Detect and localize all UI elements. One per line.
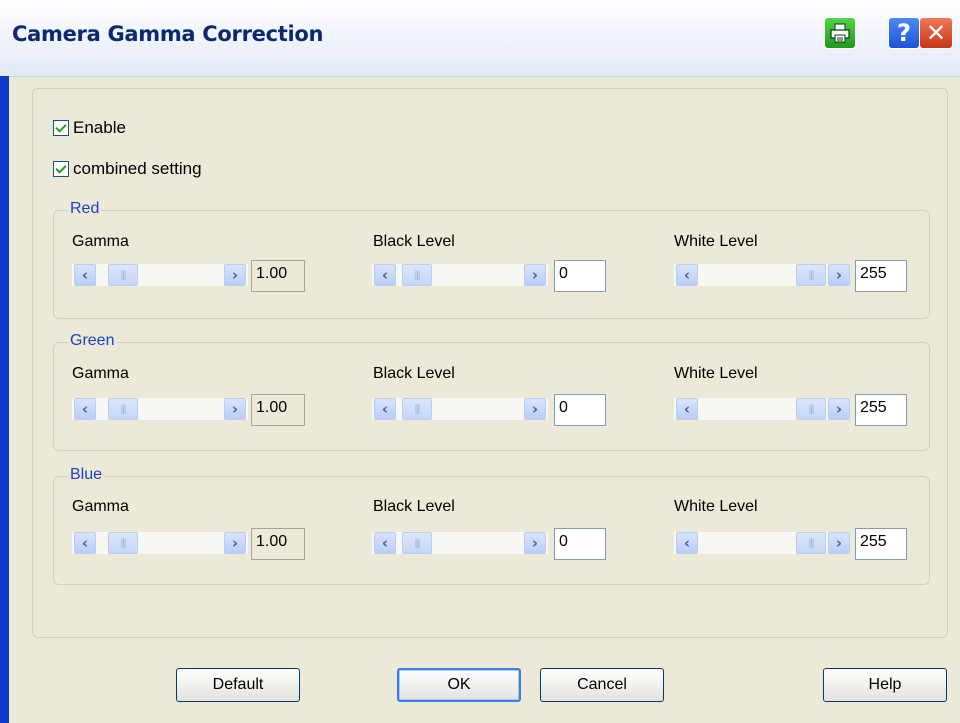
title-bar[interactable]: Camera Gamma Correction ? ✕	[0, 0, 960, 77]
close-icon: ✕	[925, 19, 947, 47]
black-level-decrease-button[interactable]: ‹	[374, 398, 396, 420]
default-button[interactable]: Default	[176, 668, 300, 702]
gamma-slider-thumb[interactable]: |||	[108, 532, 138, 554]
white-level-input[interactable]: 255	[855, 528, 907, 560]
chevron-right-icon: ›	[835, 534, 843, 552]
print-button[interactable]	[824, 17, 856, 49]
chevron-left-icon: ‹	[381, 400, 389, 418]
black-level-input[interactable]: 0	[554, 528, 606, 560]
gamma-slider-track[interactable]	[72, 532, 248, 554]
black-level-slider-thumb[interactable]: |||	[402, 398, 432, 420]
group-label: Red	[68, 200, 102, 218]
chevron-right-icon: ›	[531, 400, 539, 418]
enable-checkbox[interactable]	[53, 120, 69, 136]
black-level-increase-button[interactable]: ›	[524, 532, 546, 554]
black-level-slider-track[interactable]	[372, 532, 548, 554]
chevron-left-icon: ‹	[81, 534, 89, 552]
gamma-label: Gamma	[72, 365, 129, 382]
white-level-decrease-button[interactable]: ‹	[676, 264, 698, 286]
combined-setting-label: combined setting	[73, 159, 202, 178]
chevron-left-icon: ‹	[381, 534, 389, 552]
chevron-right-icon: ›	[231, 534, 239, 552]
black-level-label: Black Level	[373, 233, 455, 250]
channel-group-blue: Blue	[53, 466, 930, 585]
chevron-right-icon: ›	[231, 400, 239, 418]
chevron-right-icon: ›	[835, 400, 843, 418]
chevron-left-icon: ‹	[381, 266, 389, 284]
chevron-right-icon: ›	[531, 534, 539, 552]
black-level-decrease-button[interactable]: ‹	[374, 264, 396, 286]
chevron-left-icon: ‹	[683, 534, 691, 552]
chevron-left-icon: ‹	[81, 266, 89, 284]
black-level-increase-button[interactable]: ›	[524, 398, 546, 420]
gamma-increase-button[interactable]: ›	[224, 264, 246, 286]
black-level-decrease-button[interactable]: ‹	[374, 532, 396, 554]
black-level-slider-thumb[interactable]: |||	[402, 264, 432, 286]
enable-checkbox-row[interactable]: Enable	[53, 118, 126, 138]
gamma-slider-track[interactable]	[72, 398, 248, 420]
white-level-slider-thumb[interactable]: |||	[796, 398, 826, 420]
gamma-decrease-button[interactable]: ‹	[74, 532, 96, 554]
ok-button[interactable]: OK	[397, 668, 521, 702]
white-level-increase-button[interactable]: ›	[828, 532, 850, 554]
gamma-decrease-button[interactable]: ‹	[74, 264, 96, 286]
black-level-increase-button[interactable]: ›	[524, 264, 546, 286]
chevron-right-icon: ›	[531, 266, 539, 284]
white-level-label: White Level	[674, 233, 758, 250]
cancel-button[interactable]: Cancel	[540, 668, 664, 702]
combined-setting-checkbox[interactable]	[53, 161, 69, 177]
gamma-slider-track[interactable]	[72, 264, 248, 286]
black-level-input[interactable]: 0	[554, 260, 606, 292]
white-level-slider-thumb[interactable]: |||	[796, 264, 826, 286]
gamma-slider-thumb[interactable]: |||	[108, 398, 138, 420]
close-button[interactable]: ✕	[919, 17, 953, 49]
group-label: Blue	[68, 466, 105, 484]
enable-label: Enable	[73, 118, 126, 137]
white-level-input[interactable]: 255	[855, 260, 907, 292]
black-level-input[interactable]: 0	[554, 394, 606, 426]
white-level-decrease-button[interactable]: ‹	[676, 532, 698, 554]
printer-icon	[830, 23, 850, 43]
black-level-label: Black Level	[373, 498, 455, 515]
gamma-value: 1.00	[251, 260, 305, 292]
gamma-increase-button[interactable]: ›	[224, 398, 246, 420]
gamma-increase-button[interactable]: ›	[224, 532, 246, 554]
black-level-label: Black Level	[373, 365, 455, 382]
help-title-button[interactable]: ?	[888, 17, 920, 49]
white-level-label: White Level	[674, 365, 758, 382]
channel-group-green: Green	[53, 332, 930, 451]
white-level-input[interactable]: 255	[855, 394, 907, 426]
gamma-decrease-button[interactable]: ‹	[74, 398, 96, 420]
black-level-slider-thumb[interactable]: |||	[402, 532, 432, 554]
question-icon: ?	[897, 19, 911, 47]
gamma-value: 1.00	[251, 394, 305, 426]
window-title: Camera Gamma Correction	[12, 22, 324, 46]
chevron-right-icon: ›	[231, 266, 239, 284]
gamma-slider-thumb[interactable]: |||	[108, 264, 138, 286]
chevron-right-icon: ›	[835, 266, 843, 284]
combined-checkbox-row[interactable]: combined setting	[53, 159, 202, 179]
black-level-slider-track[interactable]	[372, 398, 548, 420]
help-button[interactable]: Help	[823, 668, 947, 702]
gamma-value: 1.00	[251, 528, 305, 560]
window-border	[0, 76, 9, 723]
chevron-left-icon: ‹	[683, 400, 691, 418]
gamma-label: Gamma	[72, 233, 129, 250]
white-level-label: White Level	[674, 498, 758, 515]
black-level-slider-track[interactable]	[372, 264, 548, 286]
gamma-label: Gamma	[72, 498, 129, 515]
white-level-decrease-button[interactable]: ‹	[676, 398, 698, 420]
white-level-increase-button[interactable]: ›	[828, 264, 850, 286]
group-label: Green	[68, 332, 117, 350]
white-level-slider-thumb[interactable]: |||	[796, 532, 826, 554]
chevron-left-icon: ‹	[683, 266, 691, 284]
white-level-increase-button[interactable]: ›	[828, 398, 850, 420]
chevron-left-icon: ‹	[81, 400, 89, 418]
